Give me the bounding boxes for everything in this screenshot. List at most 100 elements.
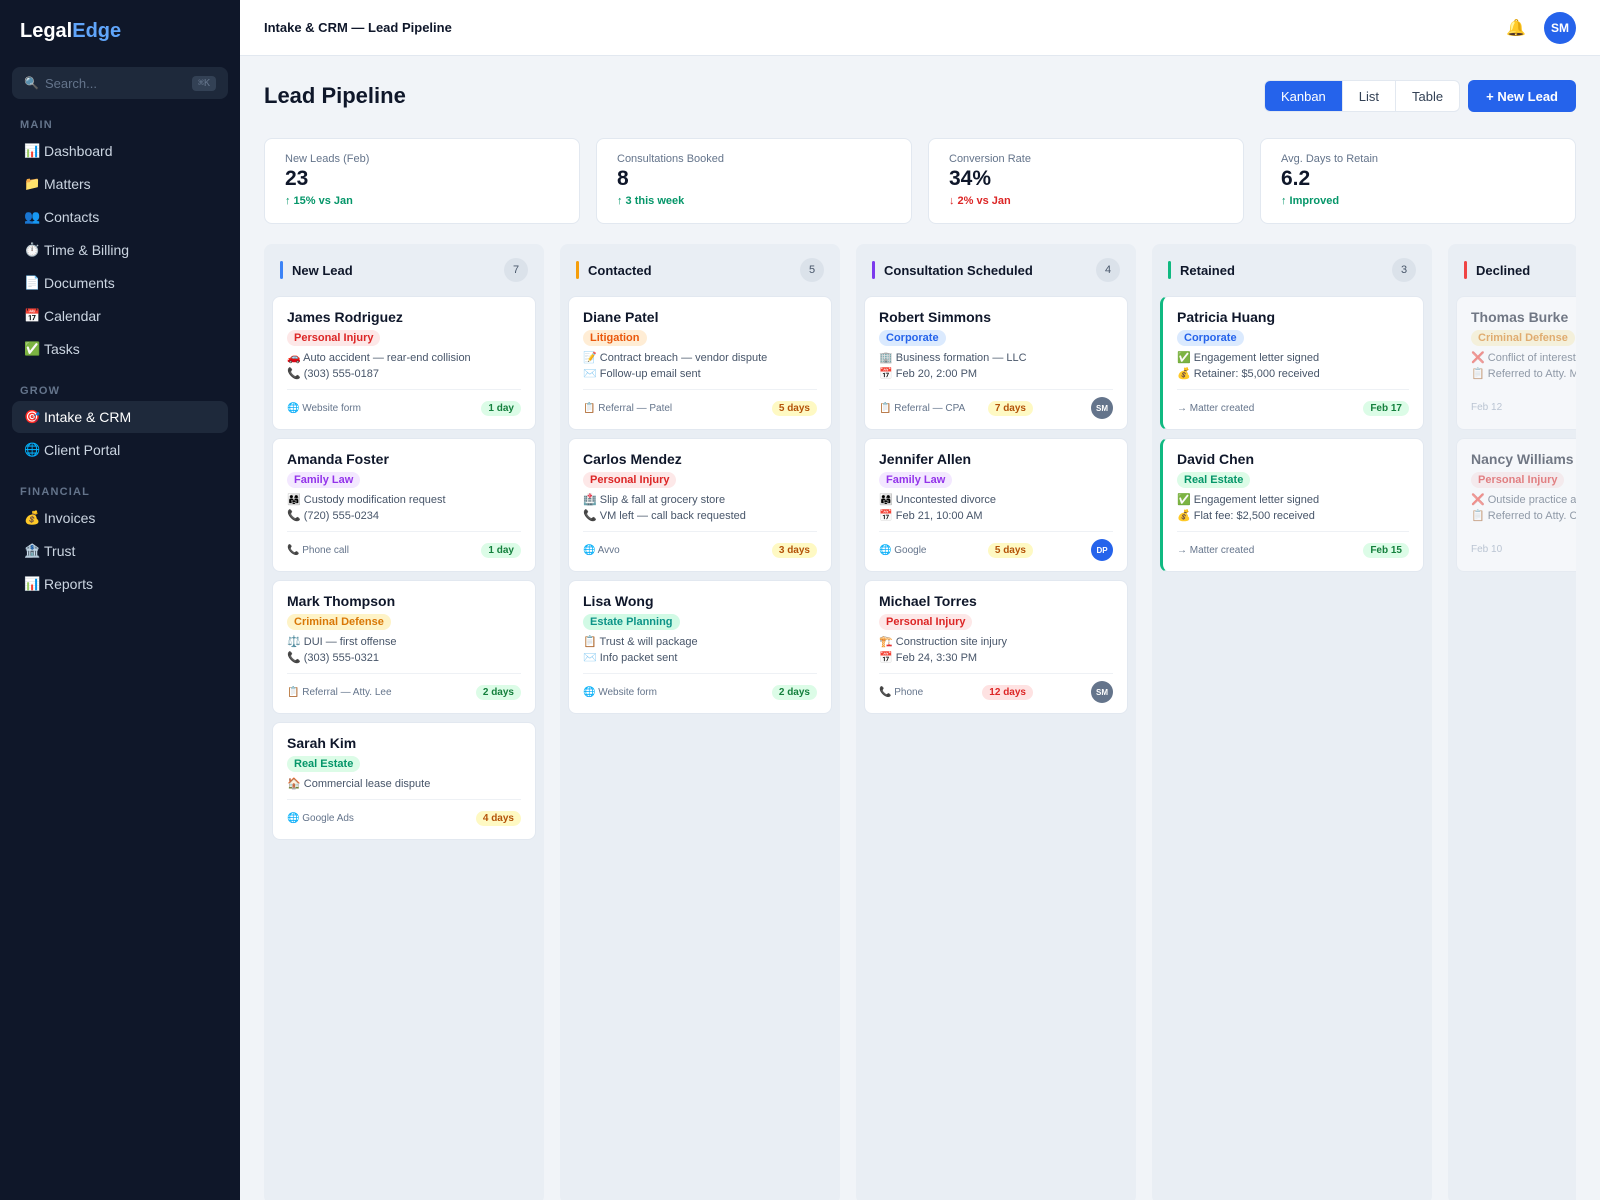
assignee-avatar[interactable]: SM	[1091, 681, 1113, 703]
sidebar-item-documents[interactable]: 📄 Documents	[12, 267, 228, 299]
age-badge: 4 days	[475, 810, 521, 826]
lead-card[interactable]: Lisa Wong Estate Planning 📋 Trust & will p…	[568, 580, 832, 714]
column-consultation-scheduled: Consultation Scheduled 4 Robert Simmons Cor…	[856, 244, 1136, 1200]
reports-nav-icon: 📊	[24, 576, 41, 591]
lead-card[interactable]: Robert Simmons Corporate 🏢 Business format…	[864, 296, 1128, 430]
breadcrumb: Intake & CRM — Lead Pipeline	[264, 20, 452, 35]
sidebar-section-title: MAIN	[20, 119, 53, 131]
lead-card[interactable]: Jennifer Allen Family Law 👨‍👩‍👧 Unconteste…	[864, 438, 1128, 572]
search-icon: 🔍	[24, 76, 39, 90]
lead-name: Jennifer Allen	[879, 451, 972, 467]
stat-delta: ↓ 2% vs Jan	[949, 195, 1011, 207]
lead-card[interactable]: David Chen Real Estate ✅ Engagement letter…	[1160, 438, 1424, 572]
stat-value: 6.2	[1281, 167, 1311, 190]
stat-card: Avg. Days to Retain 6.2 ↑ Improved	[1260, 138, 1576, 224]
lead-detail-line: 📋 Referred to Atty. C	[1471, 510, 1576, 522]
view-kanban-button[interactable]: Kanban	[1264, 81, 1342, 111]
sidebar-item-label: Client Portal	[44, 442, 121, 458]
column-header: Consultation Scheduled 4	[864, 252, 1128, 288]
lead-detail-line: 📅 Feb 21, 10:00 AM	[879, 510, 983, 522]
notification-bell-icon[interactable]: 🔔	[1506, 18, 1526, 38]
age-badge: 5 days	[771, 400, 817, 416]
column-color-bar	[280, 261, 283, 279]
lead-name: Mark Thompson	[287, 593, 396, 609]
column-retained: Retained 3 Patricia Huang Corporate ✅ Engage…	[1152, 244, 1432, 1200]
card-footer: Feb 12	[1471, 389, 1576, 417]
card-footer: → Matter created Feb 17	[1177, 389, 1409, 417]
lead-detail-line: 📅 Feb 20, 2:00 PM	[879, 368, 978, 380]
column-title: Declined	[1476, 262, 1531, 278]
stat-card: Consultations Booked 8 ↑ 3 this week	[596, 138, 912, 224]
practice-area-tag: Personal Injury	[1471, 472, 1565, 488]
sidebar-item-label: Tasks	[44, 341, 80, 357]
lead-name: Sarah Kim	[287, 735, 357, 751]
lead-source: → Matter created	[1177, 544, 1255, 556]
invoices-nav-icon: 💰	[24, 510, 41, 525]
lead-card[interactable]: Diane Patel Litigation 📝 Contract breach —…	[568, 296, 832, 430]
sidebar-item-contacts[interactable]: 👥 Contacts	[12, 201, 228, 233]
new-lead-button[interactable]: + New Lead	[1468, 80, 1576, 112]
lead-card[interactable]: Amanda Foster Family Law 👨‍👩‍👧 Custody mod…	[272, 438, 536, 572]
sidebar-item-time-billing[interactable]: ⏱️ Time & Billing	[12, 234, 228, 266]
lead-card[interactable]: James Rodriguez Personal Injury 🚗 Auto acc…	[272, 296, 536, 430]
lead-detail-line: 📞 (720) 555-0234	[287, 510, 379, 522]
lead-card[interactable]: Nancy Williams Personal Injury ❌ Outside p…	[1456, 438, 1576, 572]
column-color-bar	[1464, 261, 1467, 279]
view-list-button[interactable]: List	[1341, 81, 1395, 111]
sidebar-item-dashboard[interactable]: 📊 Dashboard	[12, 135, 228, 167]
view-table-button[interactable]: Table	[1395, 81, 1459, 111]
search-input[interactable]: 🔍 Search... ⌘K	[12, 67, 228, 99]
sidebar-item-matters[interactable]: 📁 Matters	[12, 168, 228, 200]
sidebar-item-label: Documents	[44, 275, 115, 291]
lead-card[interactable]: Patricia Huang Corporate ✅ Engagement lett…	[1160, 296, 1424, 430]
client-portal-nav-icon: 🌐	[24, 442, 41, 457]
sidebar-item-reports[interactable]: 📊 Reports	[12, 568, 228, 600]
assignee-avatar[interactable]: SM	[1091, 397, 1113, 419]
sidebar-item-calendar[interactable]: 📅 Calendar	[12, 300, 228, 332]
sidebar-item-intake-crm[interactable]: 🎯 Intake & CRM	[12, 401, 228, 433]
practice-area-tag: Criminal Defense	[1471, 330, 1575, 346]
lead-card[interactable]: Sarah Kim Real Estate 🏠 Commercial lease d…	[272, 722, 536, 840]
practice-area-tag: Corporate	[1177, 330, 1244, 346]
age-badge: 2 days	[475, 684, 521, 700]
logo-text-accent: Edge	[72, 19, 122, 42]
column-title: Consultation Scheduled	[884, 262, 1033, 278]
column-color-bar	[872, 261, 875, 279]
lead-source: 🌐 Website form	[583, 686, 657, 698]
sidebar-item-client-portal[interactable]: 🌐 Client Portal	[12, 434, 228, 466]
lead-source: 📋 Referral — CPA	[879, 402, 966, 414]
sidebar-item-trust[interactable]: 🏦 Trust	[12, 535, 228, 567]
lead-card[interactable]: Mark Thompson Criminal Defense ⚖️ DUI — fi…	[272, 580, 536, 714]
column-declined: Declined Thomas Burke Criminal Defense ❌ Co…	[1448, 244, 1576, 1200]
sidebar-item-label: Calendar	[44, 308, 101, 324]
lead-detail-line: 👨‍👩‍👧 Custody modification request	[287, 494, 446, 506]
assignee-avatar[interactable]: DP	[1091, 539, 1113, 561]
card-footer: 📋 Referral — Atty. Lee 2 days	[287, 673, 521, 701]
lead-card[interactable]: Michael Torres Personal Injury 🏗️ Construc…	[864, 580, 1128, 714]
lead-source: 📋 Referral — Patel	[583, 402, 673, 414]
column-count-badge: 5	[800, 258, 824, 282]
age-badge: Feb 17	[1363, 400, 1409, 416]
stat-label: Avg. Days to Retain	[1281, 153, 1379, 165]
practice-area-tag: Litigation	[583, 330, 647, 346]
lead-card[interactable]: Carlos Mendez Personal Injury 🏥 Slip & fal…	[568, 438, 832, 572]
stat-card: New Leads (Feb) 23 ↑ 15% vs Jan	[264, 138, 580, 224]
column-new-lead: New Lead 7 James Rodriguez Personal Injury 🚗…	[264, 244, 544, 1200]
logo-text-primary: Legal	[20, 19, 73, 42]
sidebar-item-tasks[interactable]: ✅ Tasks	[12, 333, 228, 365]
age-badge: 5 days	[987, 542, 1033, 558]
lead-name: Patricia Huang	[1177, 309, 1276, 325]
app-logo[interactable]: Legal Edge	[12, 0, 228, 62]
lead-source: → Matter created	[1177, 402, 1255, 414]
kanban-board: New Lead 7 James Rodriguez Personal Injury 🚗…	[264, 244, 1576, 1200]
stat-label: New Leads (Feb)	[285, 153, 370, 165]
lead-name: Carlos Mendez	[583, 451, 682, 467]
lead-detail-line: ✅ Engagement letter signed	[1177, 494, 1320, 506]
lead-name: Diane Patel	[583, 309, 659, 325]
practice-area-tag: Personal Injury	[287, 330, 381, 346]
lead-card[interactable]: Thomas Burke Criminal Defense ❌ Conflict o…	[1456, 296, 1576, 430]
practice-area-tag: Real Estate	[287, 756, 361, 772]
sidebar-item-invoices[interactable]: 💰 Invoices	[12, 502, 228, 534]
age-badge: Feb 15	[1363, 542, 1409, 558]
user-avatar[interactable]: SM	[1544, 11, 1576, 44]
